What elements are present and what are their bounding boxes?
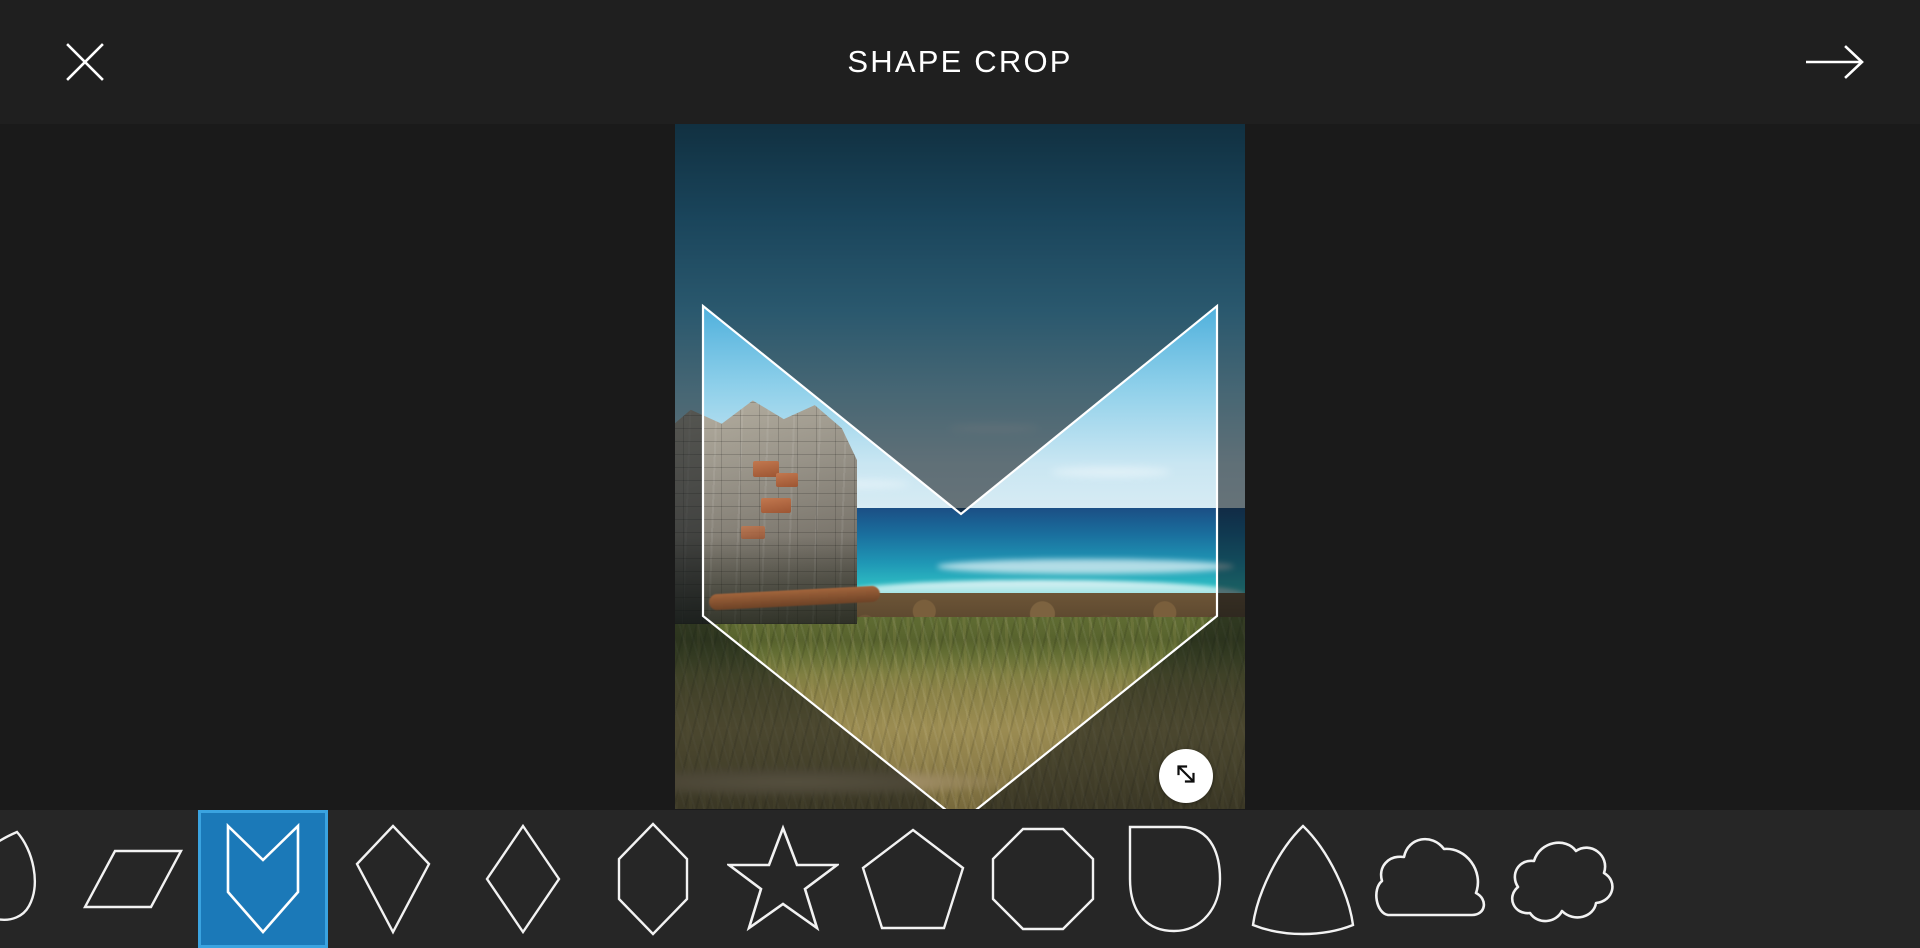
shape-selector-bar[interactable] [0,810,1920,948]
resize-handle-button[interactable] [1159,749,1213,803]
photo-dirt-path [675,766,1006,798]
close-x-icon [63,40,107,84]
photo-cloud-wisp [1051,466,1172,477]
arrow-right-icon [1804,42,1866,82]
photo-surf [937,558,1234,575]
shape-option-octagon[interactable] [978,810,1108,948]
shape-option-cloud[interactable] [1368,810,1498,948]
shape-option-star[interactable] [718,810,848,948]
shape-option-d-shape[interactable] [1108,810,1238,948]
shape-option-cloud-puffy[interactable] [1498,810,1628,948]
shape-option-diamond[interactable] [458,810,588,948]
source-photo [675,124,1245,809]
photo-ruin-shadow [675,535,858,625]
shape-option-teardrop[interactable] [0,810,68,948]
shape-option-chevron-shield[interactable] [198,810,328,948]
photo-ruin-brick [752,461,779,477]
photo-stage[interactable] [675,124,1245,809]
shape-option-leaf-arch[interactable] [1238,810,1368,948]
shape-option-hexagon-tall[interactable] [588,810,718,948]
shape-option-parallelogram[interactable] [68,810,198,948]
shape-option-kite[interactable] [328,810,458,948]
shape-option-pentagon[interactable] [848,810,978,948]
editor-canvas[interactable] [0,124,1920,810]
close-button[interactable] [48,25,122,99]
next-button[interactable] [1798,25,1872,99]
photo-ruin-brick [776,472,798,487]
shape-crop-screen: SHAPE CROP [0,0,1920,948]
resize-diagonal-icon [1172,760,1200,793]
photo-ruin-brick [760,498,791,514]
page-title: SHAPE CROP [847,44,1073,79]
header-bar: SHAPE CROP [0,0,1920,124]
